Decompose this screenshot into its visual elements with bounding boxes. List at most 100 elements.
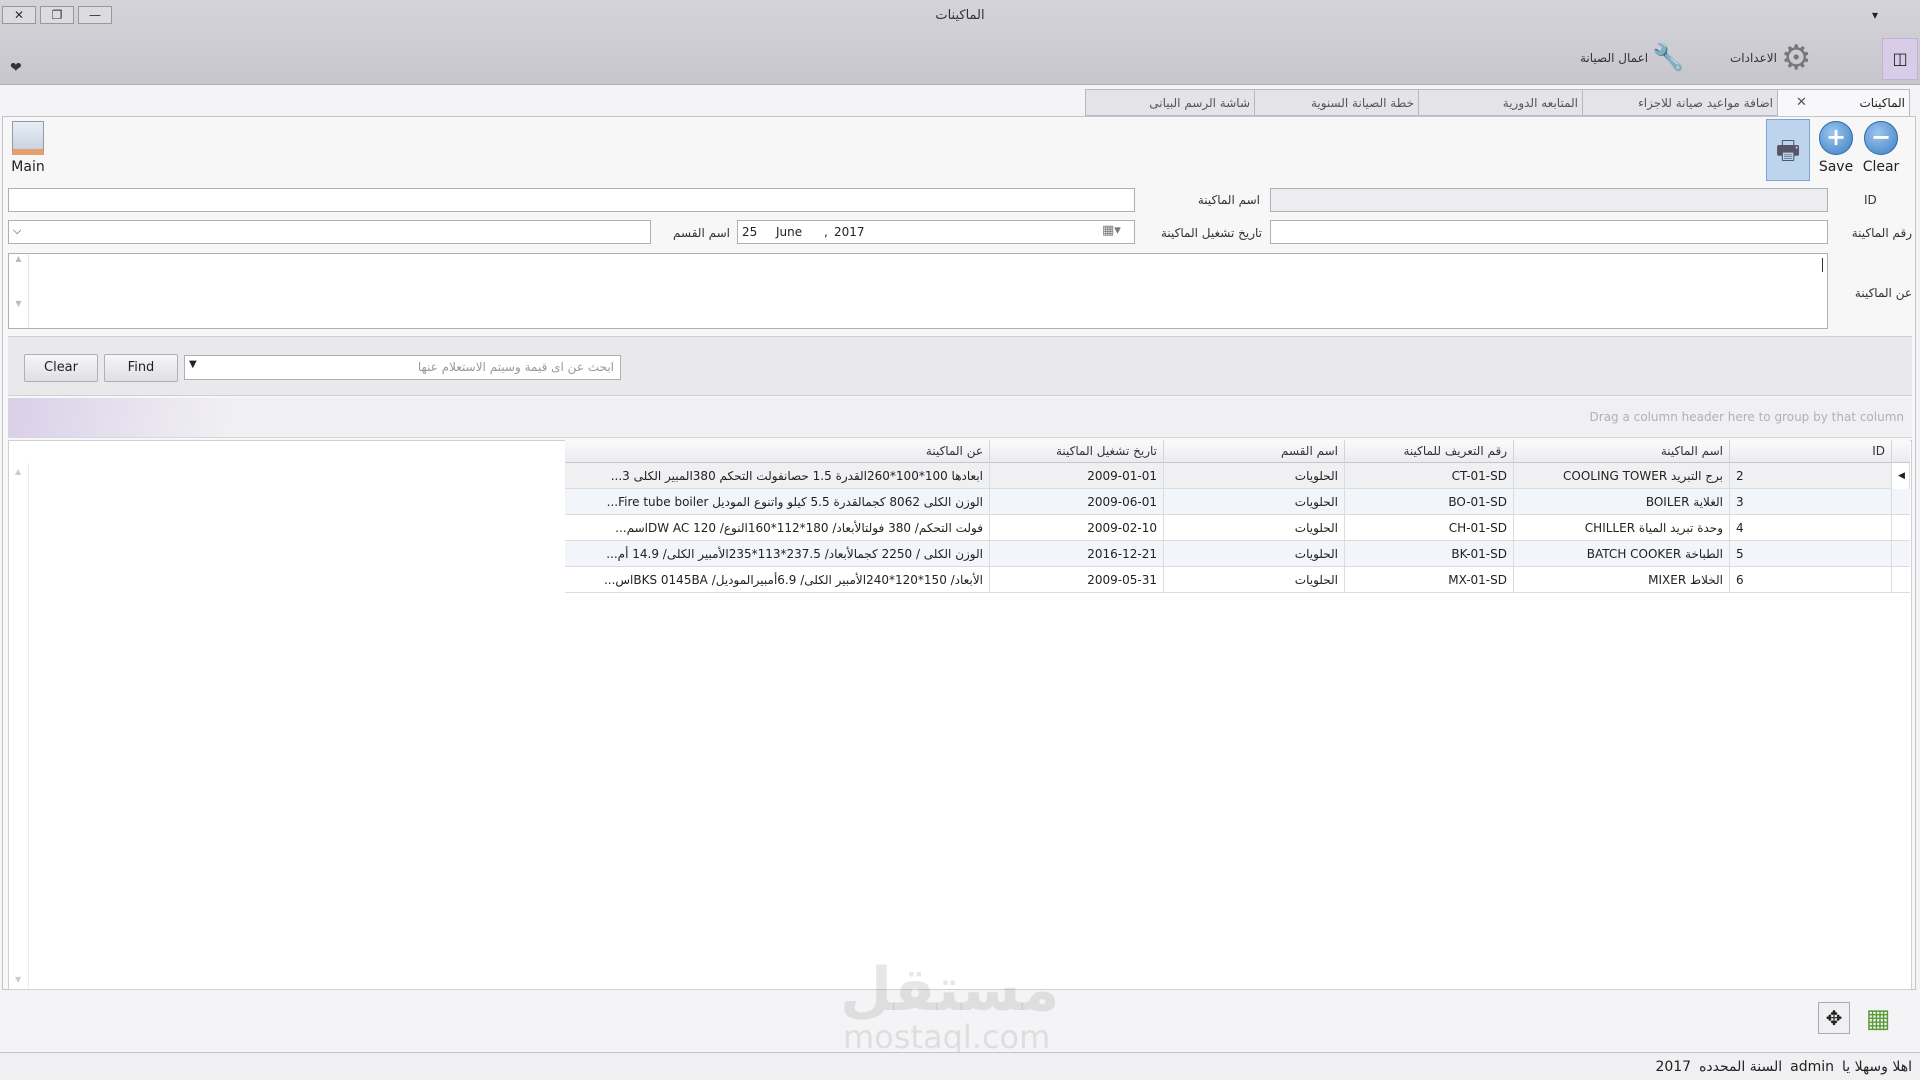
settings-button[interactable]: ⚙ الاعدادات (1730, 38, 1812, 78)
tab-periodic-followup[interactable]: المتابعه الدورية (1418, 89, 1583, 116)
cell-code[interactable]: CT-01-SD (1345, 463, 1514, 489)
cell-id[interactable]: 4 (1730, 515, 1892, 541)
table-row[interactable]: ابعادها 100*100*260القدرة 1.5 حصانفولت ا… (565, 463, 1910, 489)
quick-access-menu-icon[interactable]: ▾ (1872, 8, 1878, 22)
printer-icon: 🖶 (1775, 136, 1801, 166)
section-label: اسم القسم (673, 226, 730, 240)
status-year-label: السنة المحدده (1699, 1059, 1783, 1075)
cell-about[interactable]: الوزن الكلى 8062 كجمالقدرة 5.5 كيلو واتن… (565, 489, 990, 515)
tab-chart-screen[interactable]: شاشة الرسم البيانى (1085, 89, 1255, 116)
print-button[interactable]: 🖶 (1766, 119, 1810, 181)
cell-about[interactable]: الأبعاد/ 150*120*240الأمبير الكلى/ 6.9أم… (565, 567, 990, 593)
row-indicator-icon: ◀ (1892, 463, 1910, 489)
cell-code[interactable]: MX-01-SD (1345, 567, 1514, 593)
id-input[interactable] (1270, 188, 1828, 212)
close-tab-icon[interactable]: ✕ (1796, 95, 1807, 110)
cell-name[interactable]: برج التبريد COOLING TOWER (1514, 463, 1730, 489)
chevron-down-icon[interactable]: ⌵ (13, 224, 21, 238)
table-row[interactable]: الأبعاد/ 150*120*240الأمبير الكلى/ 6.9أم… (565, 567, 1910, 593)
textarea-scrollbar[interactable]: ▲ ▼ (9, 254, 29, 328)
date-day[interactable]: 25 (742, 225, 757, 239)
tab-annual-plan[interactable]: خطة الصيانة السنوية (1254, 89, 1419, 116)
cell-about[interactable]: فولت التحكم/ 380 فولتالأبعاد/ 180*112*16… (565, 515, 990, 541)
column-header-code[interactable]: رقم التعريف للماكينة (1345, 440, 1514, 463)
main-label: Main (11, 159, 45, 175)
layout-menu-icon[interactable]: ◫ (1882, 38, 1918, 80)
cell-name[interactable]: الطباخة BATCH COOKER (1514, 541, 1730, 567)
about-machine-textarea[interactable]: ▲ ▼ (8, 253, 1828, 329)
find-button[interactable]: Find (104, 354, 178, 382)
cell-id[interactable]: 6 (1730, 567, 1892, 593)
settings-label: الاعدادات (1730, 51, 1777, 65)
watermark-url: mostaql.com (843, 1018, 1051, 1056)
cell-date[interactable]: 2009-02-10 (990, 515, 1164, 541)
machine-name-label: اسم الماكينة (1197, 193, 1260, 207)
wrench-document-icon: 🔧 (1652, 43, 1685, 73)
calendar-icon[interactable]: ▦▾ (1102, 223, 1121, 238)
cell-name[interactable]: الغلاية BOILER (1514, 489, 1730, 515)
main-button[interactable]: Main (10, 121, 46, 181)
table-row[interactable]: الوزن الكلى 8062 كجمالقدرة 5.5 كيلو واتن… (565, 489, 1910, 515)
dropdown-arrow-icon[interactable]: ▼ (189, 359, 197, 370)
cell-about[interactable]: الوزن الكلى / 2250 كجمالأبعاد/ 237.5*113… (565, 541, 990, 567)
cell-name[interactable]: وحدة تبريد المياة CHILLER (1514, 515, 1730, 541)
tab-machines[interactable]: الماكينات ✕ (1777, 89, 1910, 117)
cell-code[interactable]: BK-01-SD (1345, 541, 1514, 567)
start-date-picker[interactable]: 25 June , 2017 ▦▾ (737, 220, 1135, 244)
cell-code[interactable]: CH-01-SD (1345, 515, 1514, 541)
column-header-start-date[interactable]: تاريخ تشغيل الماكينة (990, 440, 1164, 463)
machine-number-label: رقم الماكينة (1851, 226, 1912, 240)
cell-section[interactable]: الحلويات (1164, 489, 1345, 515)
collapse-ribbon-icon[interactable]: ❤ (10, 60, 22, 76)
group-hint: Drag a column header here to group by th… (1589, 410, 1904, 424)
cell-name[interactable]: الخلاط MIXER (1514, 567, 1730, 593)
section-combobox[interactable]: ⌵ (8, 220, 651, 244)
tab-label: الماكينات (1859, 96, 1906, 110)
clear-search-button[interactable]: Clear (24, 354, 98, 382)
cell-date[interactable]: 2016-12-21 (990, 541, 1164, 567)
cell-id[interactable]: 3 (1730, 489, 1892, 515)
column-header-about[interactable]: عن الماكينة (565, 440, 990, 463)
cell-id[interactable]: 2 (1730, 463, 1892, 489)
cell-date[interactable]: 2009-06-01 (990, 489, 1164, 515)
clear-toolbar-button[interactable]: − Clear (1861, 121, 1901, 175)
export-grid-icon[interactable]: ▦ (1858, 1002, 1898, 1038)
gear-icon: ⚙ (1780, 38, 1812, 78)
tab-parts-maintenance[interactable]: اضافة مواعيد صيانة للاجزاء (1582, 89, 1778, 116)
grid-vertical-scrollbar[interactable]: ▲ ▼ (9, 463, 29, 988)
window-title: الماكينات (935, 8, 985, 23)
table-row[interactable]: الوزن الكلى / 2250 كجمالأبعاد/ 237.5*113… (565, 541, 1910, 567)
search-placeholder: ابحث عن اى قيمة وسيتم الاستعلام عنها (417, 360, 614, 374)
cell-section[interactable]: الحلويات (1164, 567, 1345, 593)
table-row[interactable]: فولت التحكم/ 380 فولتالأبعاد/ 180*112*16… (565, 515, 1910, 541)
group-by-panel[interactable]: Drag a column header here to group by th… (8, 398, 1912, 438)
start-date-label: تاريخ تشغيل الماكينة (1160, 226, 1262, 240)
title-ribbon-bar: ✕ ❐ — الماكينات ▾ ❤ ◫ ⚙ الاعدادات 🔧 اعما… (0, 0, 1920, 85)
plus-icon: + (1819, 121, 1853, 155)
machine-name-input[interactable] (8, 188, 1135, 212)
search-input[interactable]: ▼ ابحث عن اى قيمة وسيتم الاستعلام عنها (184, 355, 621, 380)
cell-section[interactable]: الحلويات (1164, 541, 1345, 567)
cell-date[interactable]: 2009-01-01 (990, 463, 1164, 489)
minus-icon: − (1864, 121, 1898, 155)
save-button[interactable]: + Save (1816, 121, 1856, 175)
date-year[interactable]: 2017 (834, 225, 865, 239)
cell-code[interactable]: BO-01-SD (1345, 489, 1514, 515)
cell-id[interactable]: 5 (1730, 541, 1892, 567)
cell-section[interactable]: الحلويات (1164, 463, 1345, 489)
cell-about[interactable]: ابعادها 100*100*260القدرة 1.5 حصانفولت ا… (565, 463, 990, 489)
cell-section[interactable]: الحلويات (1164, 515, 1345, 541)
cell-date[interactable]: 2009-05-31 (990, 567, 1164, 593)
column-header-section[interactable]: اسم القسم (1164, 440, 1345, 463)
id-label: ID (1864, 193, 1877, 207)
move-icon[interactable]: ✥ (1818, 1002, 1850, 1034)
maintenance-button[interactable]: 🔧 اعمال الصيانة (1580, 40, 1684, 76)
date-month[interactable]: June (776, 225, 802, 239)
machine-number-input[interactable] (1270, 220, 1828, 244)
column-header-name[interactable]: اسم الماكينة (1514, 440, 1730, 463)
maintenance-label: اعمال الصيانة (1580, 51, 1649, 65)
save-label: Save (1818, 159, 1854, 175)
status-year: 2017 (1655, 1059, 1692, 1075)
column-header-id[interactable]: ID (1730, 440, 1892, 463)
status-welcome: اهلا وسهلا يا (1842, 1059, 1912, 1075)
